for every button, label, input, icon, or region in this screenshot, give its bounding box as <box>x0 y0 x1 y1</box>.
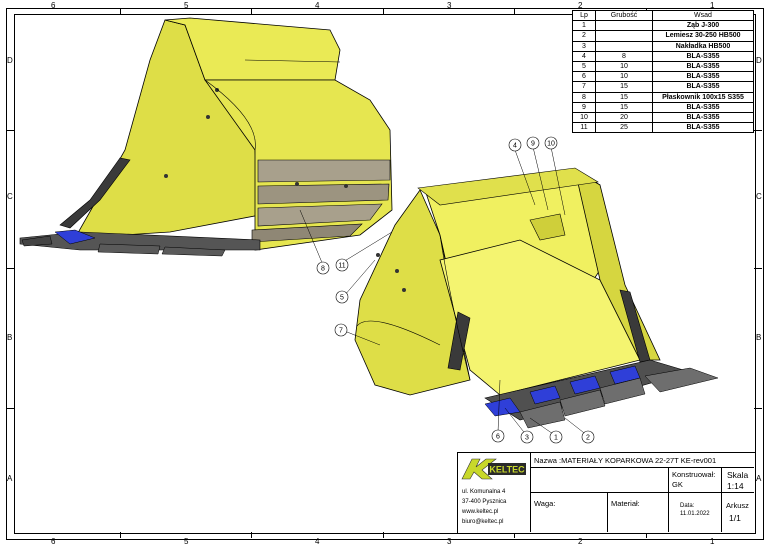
balloon-4: 4 <box>508 138 522 152</box>
balloon-10: 10 <box>544 136 558 150</box>
svg-text:3: 3 <box>525 435 529 442</box>
balloon-9: 9 <box>526 136 540 150</box>
keltec-logo: KELTEC <box>461 458 526 480</box>
table-header-row: Lp Grubość Wsad <box>572 9 754 22</box>
scale-cell: Skala 1:14 <box>722 468 754 493</box>
table-row: 4 8 BLA-S355 <box>572 50 754 62</box>
parts-list-table: Lp Grubość Wsad 1 Ząb J-300 2 Lemiesz 30-2… <box>572 9 754 134</box>
svg-text:9: 9 <box>531 141 535 148</box>
company-logo-cell: KELTEC ul. Komunalna 4 37-400 Pysznica w… <box>458 453 531 532</box>
table-row: 5 10 BLA-S355 <box>572 60 754 73</box>
svg-text:8: 8 <box>321 266 325 273</box>
balloon-11: 11 <box>335 258 349 272</box>
column-header: Grubość <box>595 9 653 22</box>
sheet-value: 1/1 <box>729 513 741 523</box>
svg-text:7: 7 <box>339 328 343 335</box>
svg-text:5: 5 <box>340 295 344 302</box>
address-line: 37-400 Pysznica <box>462 499 507 505</box>
drawing-sheet: 6 5 4 3 2 1 6 5 4 3 2 1 D C B A D C B A <box>0 0 768 548</box>
date-cell: Data: 11.01.2022 <box>669 493 722 532</box>
balloon-8: 8 <box>316 261 330 275</box>
balloon-6: 6 <box>491 429 505 443</box>
balloon-1: 1 <box>549 430 563 444</box>
table-row: 6 10 BLA-S355 <box>572 71 754 83</box>
column-header: Lp <box>572 9 596 22</box>
balloon-3: 3 <box>520 430 534 444</box>
column-header: Wsad <box>652 9 754 22</box>
email-text: biuro@keltec.pl <box>462 519 504 525</box>
title-block: KELTEC ul. Komunalna 4 37-400 Pysznica w… <box>457 452 756 534</box>
name-cell: Nazwa :MATERIAŁY KOPARKOWA 22-27T KE-rev… <box>531 453 754 468</box>
weight-cell: Waga: <box>531 493 608 532</box>
website-text: www.keltec.pl <box>462 509 499 515</box>
designer-value: GK <box>672 480 683 489</box>
svg-text:11: 11 <box>338 263 345 270</box>
table-row: 11 25 BLA-S355 <box>572 122 754 134</box>
date-value: 11.01.2022 <box>680 511 710 517</box>
table-row: 1 Ząb J-300 <box>572 20 754 32</box>
balloon-5: 5 <box>335 290 349 304</box>
table-row: 8 15 Płaskownik 100x15 S355 <box>572 91 754 103</box>
svg-text:10: 10 <box>547 141 555 148</box>
svg-text:1: 1 <box>554 435 558 442</box>
table-row: 9 15 BLA-S355 <box>572 101 754 113</box>
address-line: ul. Komunalna 4 <box>462 489 506 495</box>
balloon-7: 7 <box>334 323 348 337</box>
table-row: 7 15 BLA-S355 <box>572 81 754 93</box>
svg-text:2: 2 <box>586 435 590 442</box>
designer-cell: Konstruował: GK <box>669 468 722 493</box>
svg-text:6: 6 <box>496 434 500 441</box>
svg-text:4: 4 <box>513 143 517 150</box>
svg-text:KELTEC: KELTEC <box>489 465 525 475</box>
table-row: 3 Nakładka HB500 <box>572 40 754 52</box>
drawing-name: Nazwa :MATERIAŁY KOPARKOWA 22-27T KE-rev… <box>534 456 717 465</box>
table-row: 2 Lemiesz 30-250 HB500 <box>572 30 754 42</box>
table-row: 10 20 BLA-S355 <box>572 111 754 124</box>
material-cell: Materiał: <box>608 493 669 532</box>
blank-cell <box>531 468 669 493</box>
balloon-2: 2 <box>581 430 595 444</box>
scale-value: 1:14 <box>727 481 744 491</box>
sheet-cell: Arkusz 1/1 <box>726 501 749 523</box>
